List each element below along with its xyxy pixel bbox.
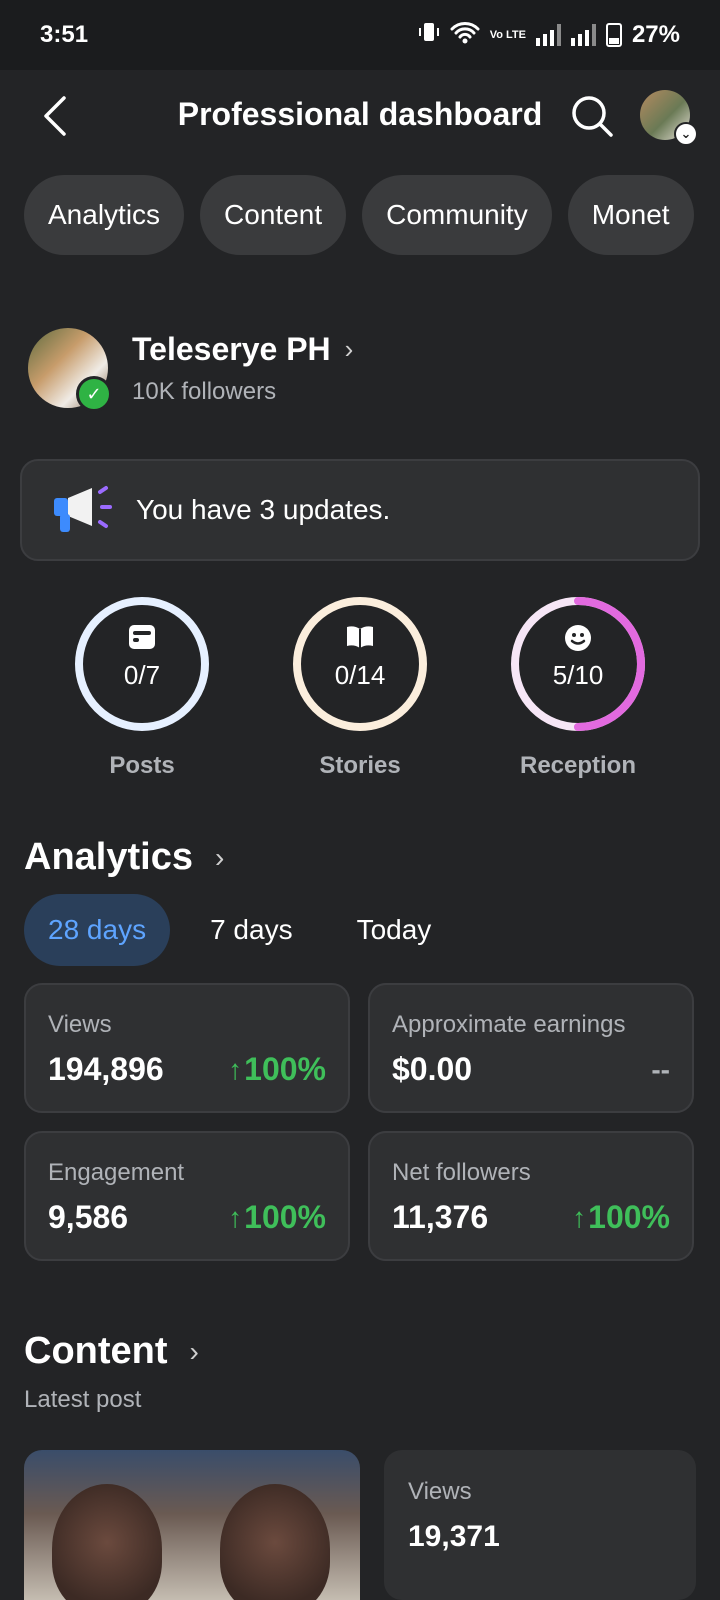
tab-community[interactable]: Community [362,175,552,255]
stories-label: Stories [319,752,401,779]
search-button[interactable] [568,92,616,140]
analytics-section-title[interactable]: Analytics › [24,836,224,879]
search-icon [572,96,613,137]
battery-icon [605,23,622,47]
post-image-right [192,1450,360,1600]
engagement-label: Engagement [48,1159,185,1186]
chevron-down-icon: ⌄ [674,122,698,146]
range-28-days[interactable]: 28 days [24,894,171,966]
check-icon: ✓ [76,376,112,412]
book-icon [270,624,450,650]
megaphone-icon [50,482,114,538]
content-title: Content [24,1330,168,1372]
views-change-value: 100% [244,1051,326,1087]
battery-percent: 27% [631,21,680,48]
tab-content[interactable]: Content [200,175,347,255]
volte-indicator: Vo LTE [489,28,526,41]
posts-label: Posts [109,752,175,779]
followers-count: 10K followers [132,377,277,405]
post-views-label: Views [408,1478,472,1505]
arrow-up-icon: ↑ [228,1053,243,1085]
ring-stories[interactable]: 0/14 Stories [270,594,450,780]
latest-post-label: Latest post [24,1386,142,1413]
earnings-card[interactable]: Approximate earnings $0.00 -- [368,983,694,1113]
engagement-change-value: 100% [244,1199,326,1235]
stories-value: 0/14 [334,660,386,690]
status-time: 3:51 [40,21,89,48]
tab-monetization[interactable]: Monet [567,175,694,255]
post-views-card[interactable]: Views 19,371 [384,1450,696,1600]
chevron-right-icon: › [189,1335,199,1367]
engagement-change: ↑ 100% [228,1199,326,1236]
earnings-label: Approximate earnings [392,1011,626,1038]
net-followers-label: Net followers [392,1159,531,1186]
analytics-title: Analytics [24,836,193,878]
signal-icon-2 [570,24,596,46]
net-followers-card[interactable]: Net followers 11,376 ↑ 100% [368,1131,694,1261]
status-bar: 3:51 Vo LTE 27% [0,0,720,70]
vibrate-icon [418,20,440,51]
page-name: Teleserye PH [132,330,331,367]
status-icons: Vo LTE 27% [418,20,680,51]
chevron-right-icon: › [344,333,354,364]
views-card[interactable]: Views 194,896 ↑ 100% [24,983,350,1113]
header: Professional dashboard ⌄ [0,70,720,165]
reception-value: 5/10 [552,660,604,690]
post-image-left [24,1450,192,1600]
arrow-up-icon: ↑ [228,1201,243,1233]
tab-analytics[interactable]: Analytics [24,175,185,255]
page-name-row: Teleserye PH › [132,331,353,368]
views-change: ↑ 100% [228,1051,326,1088]
tab-bar: Analytics Content Community Monet [24,175,694,255]
page-info[interactable]: ✓ Teleserye PH › 10K followers [28,328,353,412]
engagement-value: 9,586 [48,1199,129,1235]
reception-label: Reception [519,752,636,779]
content-section-title[interactable]: Content › [24,1330,199,1373]
earnings-value: $0.00 [392,1051,473,1087]
net-followers-change: ↑ 100% [572,1199,670,1236]
earnings-change: -- [651,1053,670,1085]
post-views-value: 19,371 [408,1520,500,1553]
wifi-icon [450,20,480,51]
date-range-tabs: 28 days 7 days Today [24,894,471,966]
smiley-icon [488,624,668,652]
net-followers-value: 11,376 [392,1199,489,1235]
arrow-up-icon: ↑ [572,1201,587,1233]
profile-switcher-button[interactable]: ⌄ [640,90,698,146]
post-icon [52,624,232,650]
net-followers-change-value: 100% [588,1199,670,1235]
progress-rings: 0/7 Posts 0/14 Stories 5/10 Reception [0,594,720,784]
range-today[interactable]: Today [333,894,456,966]
updates-card[interactable]: You have 3 updates. [20,459,700,561]
ring-posts[interactable]: 0/7 Posts [52,594,232,780]
views-label: Views [48,1011,112,1038]
updates-text: You have 3 updates. [136,494,391,525]
ring-reception[interactable]: 5/10 Reception [488,594,668,780]
chevron-right-icon: › [214,841,225,873]
engagement-card[interactable]: Engagement 9,586 ↑ 100% [24,1131,350,1261]
posts-value: 0/7 [123,660,161,690]
signal-icon [535,24,561,46]
range-7-days[interactable]: 7 days [186,894,317,966]
latest-post-thumbnail[interactable] [24,1450,360,1600]
views-value: 194,896 [48,1051,164,1087]
avatar: ✓ [28,328,112,412]
